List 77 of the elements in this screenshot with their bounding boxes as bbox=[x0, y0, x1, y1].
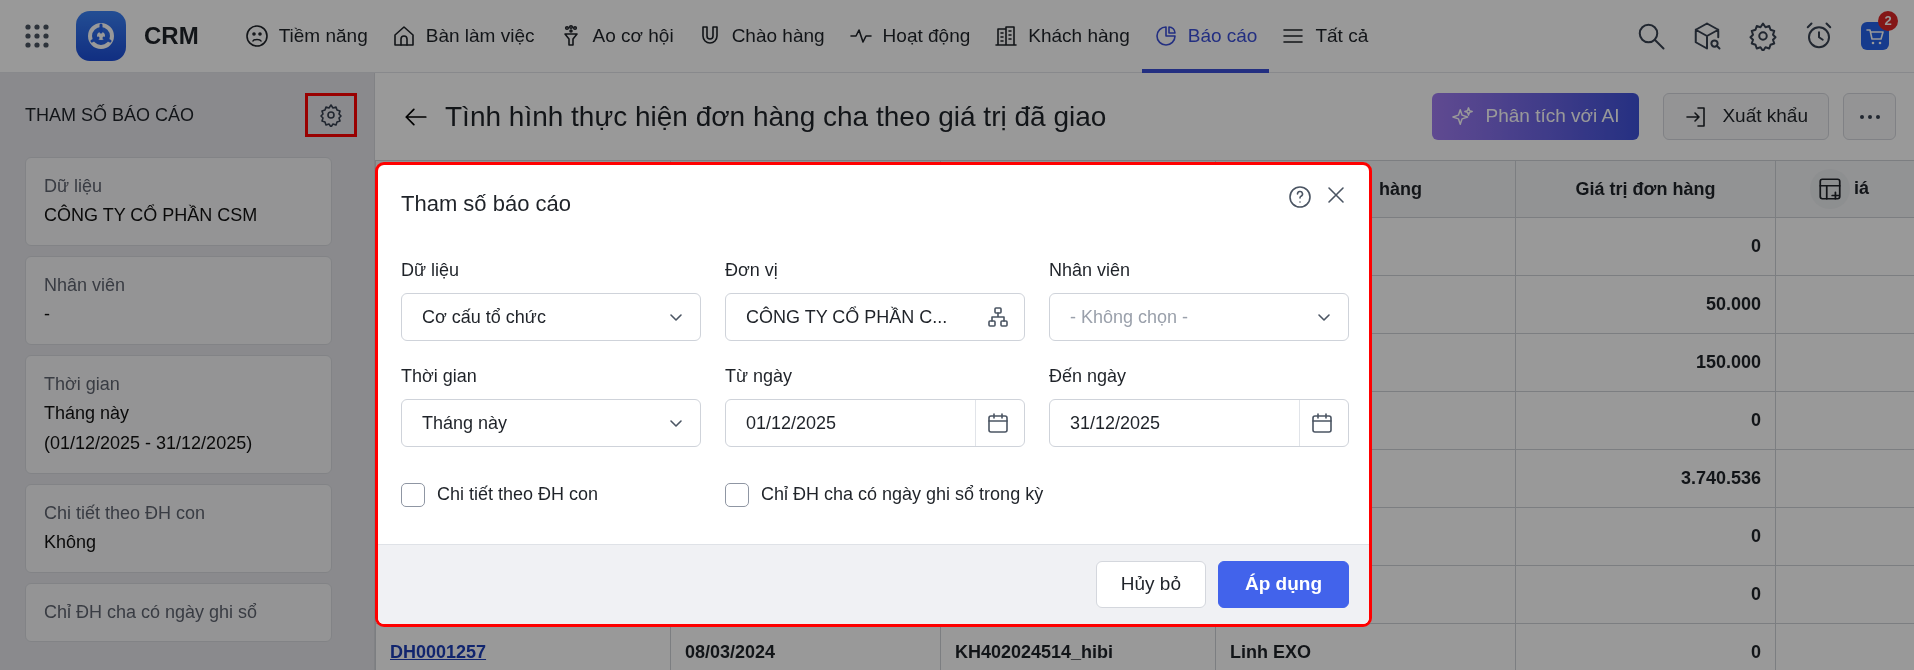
settings-button[interactable] bbox=[305, 93, 357, 137]
nav-tab[interactable]: Ao cơ hội bbox=[546, 0, 686, 73]
parameter-value: - bbox=[44, 303, 51, 326]
settings-icon bbox=[319, 103, 343, 127]
cancel-button[interactable]: Hủy bỏ bbox=[1095, 561, 1206, 608]
table-cell: 08/03/2024 bbox=[685, 642, 776, 662]
field-label: Dữ liệu bbox=[401, 259, 461, 282]
date-field[interactable]: 01/12/2025 bbox=[725, 399, 1025, 447]
column-header: hàng bbox=[1379, 178, 1422, 199]
export-button[interactable]: Xuất khẩu bbox=[1663, 93, 1829, 140]
nav-tab[interactable]: Khách hàng bbox=[982, 0, 1142, 73]
nav-tab[interactable]: Báo cáo bbox=[1141, 0, 1270, 73]
more-icon bbox=[1858, 113, 1881, 120]
box-search-icon[interactable] bbox=[1692, 21, 1722, 51]
checkbox[interactable] bbox=[725, 482, 749, 507]
report-title: Tình hình thực hiện đơn hàng cha theo giá trị đã giao bbox=[445, 99, 1107, 134]
app-name: CRM bbox=[144, 21, 199, 51]
field-label: Thời gian bbox=[401, 365, 478, 388]
dropdown-field[interactable]: Cơ cấu tổ chức bbox=[401, 293, 701, 341]
notification-badge: 2 bbox=[1878, 11, 1898, 31]
sidebar-title: THAM SỐ BÁO CÁO bbox=[25, 103, 195, 127]
add-column-button[interactable] bbox=[1810, 169, 1850, 209]
table-cell: 150.000 bbox=[1695, 352, 1761, 372]
parameter-value: CÔNG TY CỔ PHẦN CSM bbox=[44, 203, 259, 227]
field-label: Từ ngày bbox=[725, 365, 794, 388]
field-label: Đến ngày bbox=[1049, 365, 1128, 388]
calendar-icon bbox=[1310, 411, 1334, 435]
ai-analysis-button[interactable]: Phân tích với AI bbox=[1431, 93, 1640, 140]
table-add-icon bbox=[1817, 176, 1843, 202]
dropdown-field[interactable]: Tháng này bbox=[401, 399, 701, 447]
table-cell: Linh EXO bbox=[1230, 642, 1311, 662]
parameter-label: Dữ liệu bbox=[44, 175, 104, 198]
table-cell: 0 bbox=[1751, 410, 1761, 430]
date-field[interactable]: 31/12/2025 bbox=[1049, 399, 1349, 447]
field-label: Nhân viên bbox=[1049, 259, 1132, 282]
table-cell: 50.000 bbox=[1705, 294, 1761, 314]
parameter-label: Thời gian bbox=[44, 373, 121, 396]
settings-icon[interactable] bbox=[1748, 21, 1778, 51]
table-cell: 3.740.536 bbox=[1680, 468, 1761, 488]
apply-button[interactable]: Áp dụng bbox=[1217, 561, 1349, 608]
table-cell: 0 bbox=[1751, 642, 1761, 662]
column-header: iá bbox=[1854, 177, 1869, 198]
unit-picker-field[interactable]: CÔNG TY CỔ PHẦN C... bbox=[725, 293, 1025, 341]
parameter-value: (01/12/2025 - 31/12/2025) bbox=[44, 432, 254, 455]
field-label: Đơn vị bbox=[725, 259, 779, 282]
checkbox-label: Chi tiết theo ĐH con bbox=[437, 483, 599, 506]
nav-tab[interactable]: Bàn làm việc bbox=[379, 0, 547, 73]
checkbox-label: Chỉ ĐH cha có ngày ghi sổ trong kỳ bbox=[761, 483, 1044, 506]
dialog-title: Tham số báo cáo bbox=[401, 190, 571, 218]
calendar-icon bbox=[986, 411, 1010, 435]
building-icon bbox=[994, 24, 1019, 48]
alarm-clock-icon[interactable] bbox=[1804, 21, 1834, 51]
nav-tab[interactable]: Hoạt động bbox=[836, 0, 983, 73]
parameter-label: Chi tiết theo ĐH con bbox=[44, 502, 207, 525]
column-header: Giá trị đơn hàng bbox=[1575, 178, 1716, 199]
table-cell: KH402024514_hibi bbox=[955, 642, 1114, 662]
pie-chart-icon bbox=[1153, 24, 1178, 48]
close-icon[interactable] bbox=[1326, 185, 1346, 205]
apps-menu-icon[interactable] bbox=[24, 23, 50, 49]
table-cell: 0 bbox=[1751, 584, 1761, 604]
parameter-value: Tháng này bbox=[44, 402, 131, 425]
hierarchy-icon bbox=[986, 305, 1010, 329]
nav-tab[interactable]: Tiềm năng bbox=[232, 0, 380, 73]
table-cell: 0 bbox=[1751, 526, 1761, 546]
search-icon[interactable] bbox=[1636, 21, 1666, 51]
nav-tab[interactable]: Tất cả bbox=[1269, 0, 1381, 73]
parameter-label: Nhân viên bbox=[44, 274, 127, 297]
help-icon[interactable] bbox=[1288, 185, 1312, 209]
checkbox[interactable] bbox=[401, 482, 425, 507]
house-icon bbox=[391, 24, 416, 48]
table-cell: 0 bbox=[1751, 236, 1761, 256]
sparkle-icon bbox=[1451, 105, 1474, 128]
parameter-value: Không bbox=[44, 531, 98, 554]
logo-icon bbox=[86, 21, 116, 51]
nav-tab[interactable]: Chào hàng bbox=[685, 0, 837, 73]
order-link[interactable]: DH0001257 bbox=[390, 642, 487, 662]
parameter-label: Chỉ ĐH cha có ngày ghi sổ bbox=[44, 601, 259, 624]
